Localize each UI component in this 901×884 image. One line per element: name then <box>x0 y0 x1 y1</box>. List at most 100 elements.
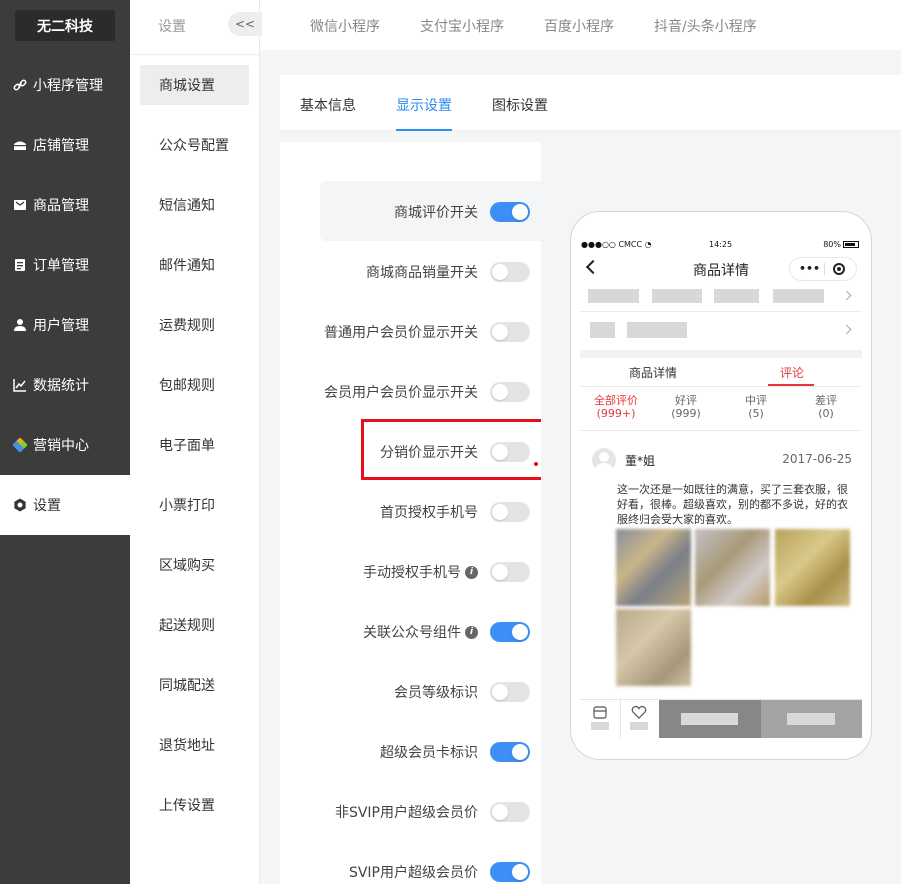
toggle-svip-price[interactable] <box>490 862 530 882</box>
nav-item-statistics[interactable]: 数据统计 <box>0 355 130 415</box>
switch-label: 会员等级标识 <box>394 685 478 701</box>
rating-filter-neutral[interactable]: 中评 (5) <box>721 394 791 420</box>
rating-count: (999+) <box>596 407 636 420</box>
tab-wechat[interactable]: 微信小程序 <box>310 16 380 36</box>
subnav-item-e-waybill[interactable]: 电子面单 <box>140 425 249 465</box>
tab-icon-settings[interactable]: 图标设置 <box>492 95 548 115</box>
phone-bottom-bar <box>580 699 862 738</box>
chevron-right-icon <box>841 324 852 335</box>
nav-item-label: 设置 <box>33 498 61 514</box>
nav-item-label: 订单管理 <box>33 258 89 274</box>
subnav-item-receipt-print[interactable]: 小票打印 <box>140 485 249 525</box>
subnav-item-region-purchase[interactable]: 区域购买 <box>140 545 249 585</box>
review-photo[interactable] <box>616 529 691 606</box>
rating-filter-good[interactable]: 好评 (999) <box>651 394 721 420</box>
nav-item-products[interactable]: 商品管理 <box>0 175 130 235</box>
subnav-item-mall-settings[interactable]: 商城设置 <box>140 65 249 105</box>
divider <box>580 311 862 312</box>
settings-tabs: 基本信息 显示设置 图标设置 <box>280 75 901 131</box>
subnav-item-local-delivery[interactable]: 同城配送 <box>140 665 249 705</box>
subnav-item-official-account[interactable]: 公众号配置 <box>140 125 249 165</box>
review-photo[interactable] <box>695 529 770 606</box>
rating-filter-bad[interactable]: 差评 (0) <box>791 394 861 420</box>
toggle-home-auth-phone[interactable] <box>490 502 530 522</box>
review-photo[interactable] <box>616 609 691 686</box>
switch-label-with-info: 关联公众号组件 i <box>363 622 478 642</box>
collapse-button[interactable]: << <box>228 12 262 36</box>
battery-indicator: 80% <box>823 240 859 249</box>
chart-icon <box>12 377 28 393</box>
switch-label: 会员用户会员价显示开关 <box>324 385 478 401</box>
subnav-item-free-shipping[interactable]: 包邮规则 <box>140 365 249 405</box>
placeholder-bar <box>681 713 738 725</box>
subnav-item-return-address[interactable]: 退货地址 <box>140 725 249 765</box>
close-target-icon[interactable] <box>833 263 845 275</box>
subnav-item-min-delivery[interactable]: 起送规则 <box>140 605 249 645</box>
reviewer-name: 董*姐 <box>625 454 656 468</box>
tab-baidu[interactable]: 百度小程序 <box>544 16 614 36</box>
toggle-normal-member-price[interactable] <box>490 322 530 342</box>
nav-item-label: 营销中心 <box>33 438 89 454</box>
info-icon[interactable]: i <box>465 625 478 639</box>
battery-icon <box>843 241 859 248</box>
toggle-sales-volume[interactable] <box>490 262 530 282</box>
nav-item-orders[interactable]: 订单管理 <box>0 235 130 295</box>
nav-item-users[interactable]: 用户管理 <box>0 295 130 355</box>
switch-label: 超级会员卡标识 <box>380 745 478 761</box>
phone-preview: ●●●○○ CMCC ◔ 14:25 80% 商品详情 ••• 商品详情 评论 … <box>570 211 872 760</box>
review-text: 这一次还是一如既往的满意，买了三套衣服，很好看，很棒。超级喜欢，别的都不多说，好… <box>617 483 848 526</box>
tab-douyin[interactable]: 抖音/头条小程序 <box>654 16 757 36</box>
nav-item-marketing[interactable]: 营销中心 <box>0 415 130 475</box>
divider <box>580 386 862 387</box>
box-icon <box>12 197 28 213</box>
user-icon <box>12 317 28 333</box>
toggle-official-account-widget[interactable] <box>490 622 530 642</box>
tab-reviews[interactable]: 评论 <box>780 364 804 381</box>
subnav-item-email[interactable]: 邮件通知 <box>140 245 249 285</box>
add-to-cart-button[interactable] <box>659 700 761 738</box>
placeholder-bar <box>627 322 687 338</box>
subnav-item-shipping-rules[interactable]: 运费规则 <box>140 305 249 345</box>
review-photo[interactable] <box>775 529 850 606</box>
switch-label: 非SVIP用户超级会员价 <box>334 805 478 821</box>
nav-item-label: 店铺管理 <box>33 138 89 154</box>
subnav-item-upload-settings[interactable]: 上传设置 <box>140 785 249 825</box>
nav-item-miniprogram[interactable]: 小程序管理 <box>0 55 130 115</box>
toggle-member-level-badge[interactable] <box>490 682 530 702</box>
info-icon[interactable]: i <box>465 565 478 579</box>
section-gap <box>580 350 862 358</box>
active-tab-indicator <box>396 129 452 131</box>
settings-subnav: 设置 << 商城设置 公众号配置 短信通知 邮件通知 运费规则 包邮规则 电子面… <box>130 0 262 884</box>
switch-label: 普通用户会员价显示开关 <box>324 325 478 341</box>
switch-label: 商城评价开关 <box>394 205 478 221</box>
mini-program-capsule[interactable]: ••• <box>789 257 857 281</box>
review-date: 2017-06-25 <box>782 452 852 466</box>
toggle-non-svip-price[interactable] <box>490 802 530 822</box>
tab-basic-info[interactable]: 基本信息 <box>300 95 356 115</box>
subnav-item-sms[interactable]: 短信通知 <box>140 185 249 225</box>
toggle-mall-review[interactable] <box>490 202 530 222</box>
toggle-member-price[interactable] <box>490 382 530 402</box>
toggle-manual-auth-phone[interactable] <box>490 562 530 582</box>
carrier-label: ●●●○○ CMCC ◔ <box>581 240 652 249</box>
clipboard-icon <box>12 257 28 273</box>
store-icon <box>12 137 28 153</box>
toggle-super-member-card[interactable] <box>490 742 530 762</box>
nav-item-settings[interactable]: 设置 <box>0 475 130 535</box>
rating-label: 好评 <box>675 394 697 407</box>
buy-now-button[interactable] <box>761 700 862 738</box>
more-icon[interactable]: ••• <box>799 262 820 275</box>
tab-product-detail[interactable]: 商品详情 <box>629 364 677 381</box>
placeholder-bar <box>590 322 615 338</box>
switch-label: 商城商品销量开关 <box>366 265 478 281</box>
rating-count: (0) <box>818 407 834 420</box>
switch-label: SVIP用户超级会员价 <box>348 865 478 881</box>
tab-display-settings[interactable]: 显示设置 <box>396 95 452 115</box>
nav-item-store[interactable]: 店铺管理 <box>0 115 130 175</box>
heart-icon[interactable] <box>631 704 647 720</box>
shop-icon[interactable] <box>592 704 608 720</box>
status-time: 14:25 <box>709 240 733 249</box>
rating-filter-all[interactable]: 全部评价 (999+) <box>581 394 651 420</box>
wifi-icon: ◔ <box>644 240 652 249</box>
tab-alipay[interactable]: 支付宝小程序 <box>420 16 504 36</box>
